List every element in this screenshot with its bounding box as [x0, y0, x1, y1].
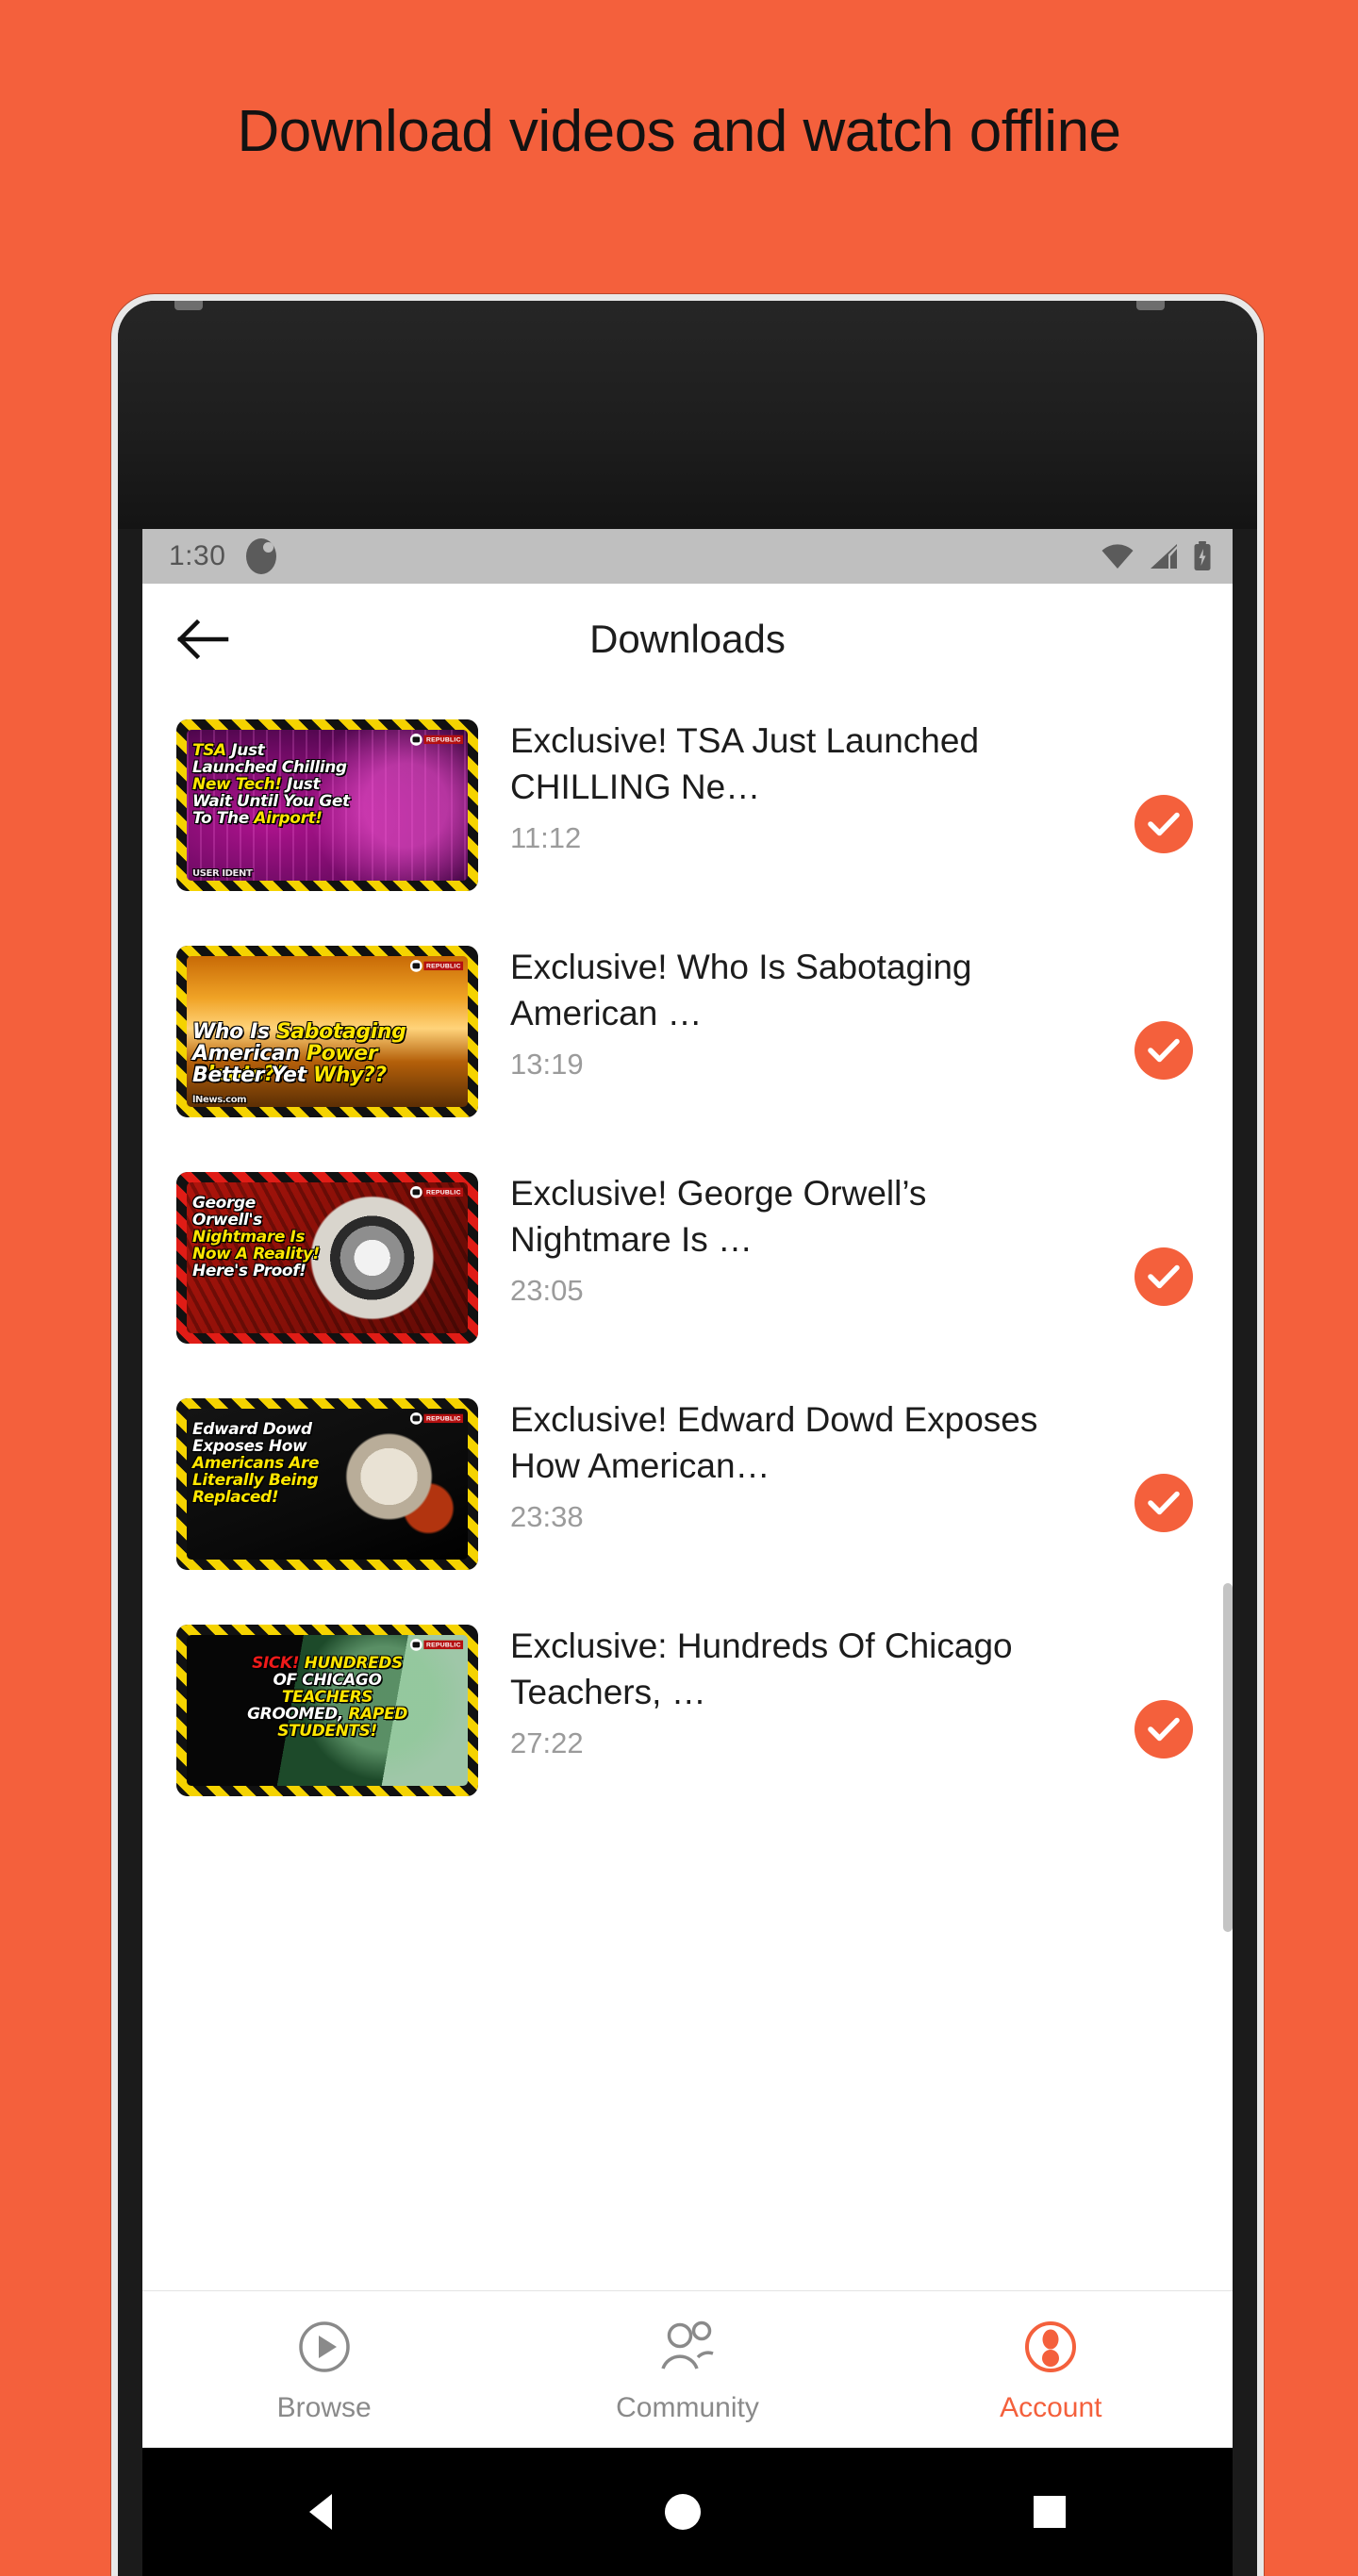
- download-list-item[interactable]: REPUBLIC George Orwell's Nightmare Is Now A …: [142, 1148, 1233, 1374]
- download-complete-check-icon[interactable]: [1134, 1021, 1193, 1080]
- thumbnail-headline-line: Literally Being: [192, 1471, 319, 1490]
- thumbnail-headline-line: OF CHICAGO: [273, 1671, 382, 1690]
- download-meta: Exclusive! Who Is Sabotaging American … 1…: [478, 934, 1134, 1082]
- download-duration: 23:05: [510, 1274, 584, 1308]
- download-meta: Exclusive! George Orwell’s Nightmare Is …: [478, 1161, 1134, 1308]
- thumbnail-headline-line: Here's Proof!: [192, 1262, 306, 1280]
- download-title: Exclusive! Who Is Sabotaging American …: [510, 948, 972, 1033]
- download-meta: Exclusive! TSA Just Launched CHILLING Ne…: [478, 708, 1134, 855]
- page-title: Download videos and watch offline: [237, 99, 1121, 164]
- download-title: Exclusive: Hundreds Of Chicago Teachers,…: [510, 1627, 1013, 1712]
- thumbnail-headline-line: Orwell's: [192, 1211, 262, 1230]
- download-duration: 27:22: [510, 1726, 584, 1760]
- android-home-icon[interactable]: [664, 2494, 701, 2530]
- wifi-icon: [1101, 544, 1134, 569]
- nav-label: Account: [1000, 2392, 1102, 2423]
- back-button[interactable]: [174, 610, 233, 669]
- thumbnail-footer-text: lNews.com: [192, 1095, 247, 1105]
- phone-side-button-2: [1257, 1338, 1264, 1564]
- thumbnail-headline-line: Exposes How: [192, 1437, 307, 1456]
- download-complete-check-icon[interactable]: [1134, 1700, 1193, 1759]
- thumbnail-headline-line: Now A Reality!: [192, 1245, 320, 1263]
- video-thumbnail[interactable]: REPUBLIC George Orwell's Nightmare Is Now A …: [176, 1172, 478, 1344]
- android-system-nav: [142, 2448, 1233, 2576]
- thumbnail-headline-line: Edward Dowd: [192, 1420, 312, 1439]
- app-bar-title: Downloads: [589, 617, 786, 661]
- thumbnail-image: REPUBLIC Who Is Sabotaging American Power …: [187, 956, 468, 1107]
- thumbnail-headline-line: Who Is Sabotaging: [192, 1020, 406, 1044]
- download-list-item[interactable]: REPUBLIC SICK! HUNDREDS OF CHICAGO TEACHERS…: [142, 1600, 1233, 1826]
- thumbnail-headline-line: TEACHERS: [281, 1688, 373, 1707]
- download-duration: 13:19: [510, 1048, 584, 1082]
- thumbnail-headline-line: Nightmare Is: [192, 1228, 306, 1247]
- download-complete-check-icon[interactable]: [1134, 1247, 1193, 1306]
- nav-item-account[interactable]: Account: [869, 2291, 1233, 2452]
- download-list-item[interactable]: REPUBLIC Edward Dowd Exposes How Americans …: [142, 1374, 1233, 1600]
- status-bar: 1:30: [142, 529, 1233, 584]
- download-complete-check-icon[interactable]: [1134, 795, 1193, 853]
- thumbnail-headline-line: New Tech! Just: [192, 775, 321, 794]
- thumbnail-image: REPUBLIC TSA Just Launched Chilling New Tec…: [187, 730, 468, 881]
- thumbnail-headline-line: Wait Until You Get: [192, 792, 350, 811]
- app-bar: Downloads: [142, 584, 1233, 695]
- download-meta: Exclusive: Hundreds Of Chicago Teachers,…: [478, 1613, 1134, 1760]
- back-arrow-icon: [177, 619, 229, 660]
- phone-nub-left: [174, 301, 203, 310]
- phone-mockup: 1:30 Downloads REPUBLIC TSA Just Launche…: [111, 294, 1264, 2576]
- download-duration: 11:12: [510, 821, 582, 855]
- video-thumbnail[interactable]: REPUBLIC SICK! HUNDREDS OF CHICAGO TEACHERS…: [176, 1625, 478, 1796]
- phone-nub-right: [1136, 301, 1165, 310]
- download-duration: 23:38: [510, 1500, 584, 1534]
- downloads-list: REPUBLIC TSA Just Launched Chilling New Tec…: [142, 695, 1233, 1826]
- download-title: Exclusive! Edward Dowd Exposes How Ameri…: [510, 1400, 1038, 1486]
- download-list-item[interactable]: REPUBLIC TSA Just Launched Chilling New Tec…: [142, 695, 1233, 921]
- bottom-navigation: Browse Community Account: [142, 2290, 1233, 2452]
- app-notification-icon: [246, 538, 277, 574]
- scrollbar[interactable]: [1223, 1583, 1233, 1932]
- phone-screen: 1:30 Downloads REPUBLIC TSA Just Launche…: [142, 529, 1233, 2452]
- thumbnail-headline-line: TSA Just: [192, 741, 265, 760]
- android-back-icon[interactable]: [308, 2494, 332, 2530]
- thumbnail-footer-text: USER IDENT: [192, 868, 253, 879]
- phone-side-button-1: [1257, 1017, 1264, 1140]
- thumbnail-image: REPUBLIC SICK! HUNDREDS OF CHICAGO TEACHERS…: [187, 1635, 468, 1786]
- thumbnail-headline-line: Launched Chilling: [192, 758, 347, 777]
- nav-item-browse[interactable]: Browse: [142, 2291, 505, 2452]
- republic-watermark-icon: REPUBLIC: [409, 960, 463, 972]
- download-complete-check-icon[interactable]: [1134, 1474, 1193, 1532]
- thumbnail-headline-line: STUDENTS!: [277, 1722, 377, 1741]
- thumbnail-headline-line: GROOMED, RAPED: [247, 1705, 407, 1724]
- download-meta: Exclusive! Edward Dowd Exposes How Ameri…: [478, 1387, 1134, 1534]
- thumbnail-image: REPUBLIC Edward Dowd Exposes How Americans …: [187, 1409, 468, 1560]
- cell-signal-icon: [1151, 544, 1177, 569]
- thumbnail-image: REPUBLIC George Orwell's Nightmare Is Now A …: [187, 1182, 468, 1333]
- phone-top-nubs: [118, 301, 1257, 310]
- nav-item-community[interactable]: Community: [505, 2291, 869, 2452]
- android-recents-icon[interactable]: [1034, 2496, 1067, 2528]
- thumbnail-headline-line: To The Airport!: [192, 809, 323, 828]
- nav-label: Browse: [276, 2392, 372, 2423]
- thumbnail-headline-line: George: [192, 1194, 256, 1213]
- download-list-item[interactable]: REPUBLIC Who Is Sabotaging American Power …: [142, 921, 1233, 1148]
- download-title: Exclusive! TSA Just Launched CHILLING Ne…: [510, 721, 980, 807]
- video-thumbnail[interactable]: REPUBLIC Edward Dowd Exposes How Americans …: [176, 1398, 478, 1570]
- nav-label: Community: [616, 2392, 759, 2423]
- thumbnail-headline-line: Replaced!: [192, 1488, 279, 1507]
- republic-watermark-icon: REPUBLIC: [409, 1639, 463, 1651]
- account-circle-icon: [1023, 2320, 1078, 2379]
- phone-bezel-top: [118, 301, 1257, 529]
- battery-charging-icon: [1194, 541, 1211, 570]
- status-bar-time: 1:30: [169, 540, 226, 571]
- video-thumbnail[interactable]: REPUBLIC TSA Just Launched Chilling New Tec…: [176, 719, 478, 891]
- people-icon: [656, 2320, 719, 2379]
- video-thumbnail[interactable]: REPUBLIC Who Is Sabotaging American Power …: [176, 946, 478, 1117]
- play-circle-icon: [297, 2320, 352, 2379]
- thumbnail-headline-line: Americans Are: [192, 1454, 320, 1473]
- thumbnail-headline-line: SICK! HUNDREDS: [252, 1654, 403, 1673]
- thumbnail-headline-line: Better Yet Why??: [192, 1064, 387, 1087]
- download-title: Exclusive! George Orwell’s Nightmare Is …: [510, 1174, 927, 1260]
